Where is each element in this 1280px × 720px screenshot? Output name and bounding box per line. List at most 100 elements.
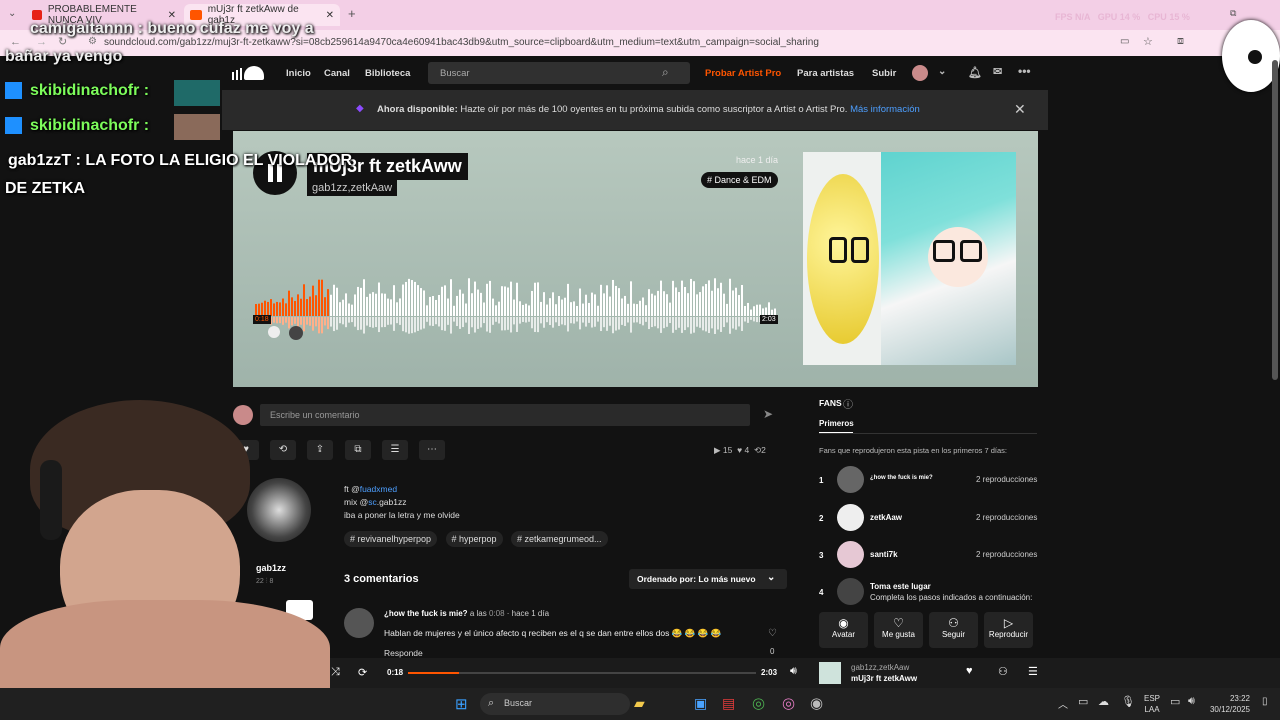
- tray-icon[interactable]: ☁: [1098, 695, 1109, 708]
- waveform-bar: [468, 278, 470, 316]
- queue-icon[interactable]: ☰: [1028, 665, 1038, 678]
- app-icon[interactable]: ▤: [722, 695, 735, 712]
- speaker-icon[interactable]: 🔊︎: [1188, 695, 1195, 708]
- tray-chevron-icon[interactable]: ︿: [1058, 696, 1068, 711]
- install-icon[interactable]: ▭: [1120, 36, 1129, 47]
- nav-para-artistas[interactable]: Para artistas: [797, 68, 854, 79]
- nav-probar-artist-pro[interactable]: Probar Artist Pro: [705, 68, 781, 79]
- url-field[interactable]: soundcloud.com/gab1zz/muj3r-ft-zetkaww?s…: [104, 37, 819, 48]
- waveform-reflection-bar: [717, 317, 719, 330]
- close-icon[interactable]: ✕: [326, 10, 334, 21]
- search-input[interactable]: Buscar ⌕: [428, 62, 690, 84]
- more-button[interactable]: ⋯: [419, 440, 445, 460]
- desc-link[interactable]: fuadxmed: [360, 484, 397, 494]
- add-to-playlist-button[interactable]: ☰: [382, 440, 408, 460]
- waveform-reflection-bar: [642, 317, 644, 326]
- new-tab-icon[interactable]: +: [348, 6, 356, 21]
- comment-sort-dropdown[interactable]: Ordenado por: Lo más nuevo ⌄: [629, 569, 787, 589]
- messages-icon[interactable]: ✉: [993, 65, 1002, 78]
- avatar-step-button[interactable]: ◉ Avatar: [819, 612, 868, 648]
- volume-icon[interactable]: 🔊︎: [790, 665, 797, 678]
- waveform[interactable]: [255, 276, 777, 346]
- comment-like-icon[interactable]: ♡: [768, 628, 777, 639]
- fan-name[interactable]: ¿how the fuck is mie?: [870, 475, 933, 481]
- waveform-bar: [429, 296, 431, 316]
- waveform-reflection-bar: [345, 317, 347, 328]
- waveform-bar: [711, 290, 713, 316]
- nav-inicio[interactable]: Inicio: [286, 68, 311, 79]
- player-title[interactable]: mUj3r ft zetkAww: [851, 674, 917, 683]
- youtube-icon: [32, 10, 42, 20]
- nav-subir[interactable]: Subir: [872, 68, 896, 79]
- soundcloud-logo[interactable]: [232, 66, 264, 80]
- mic-icon[interactable]: 🎙︎: [1121, 695, 1135, 708]
- shuffle-icon[interactable]: ⤨: [331, 666, 340, 679]
- close-icon[interactable]: ✕: [168, 10, 176, 21]
- back-icon[interactable]: ←: [10, 36, 21, 48]
- like-step-button[interactable]: ♡ Me gusta: [874, 612, 923, 648]
- copy-link-button[interactable]: ⧉: [345, 440, 371, 460]
- tab-primeros[interactable]: Primeros: [819, 419, 854, 428]
- repeat-icon[interactable]: ⟳: [358, 666, 367, 679]
- waveform-reflection-bar: [483, 317, 485, 324]
- follow-icon[interactable]: ⚇: [998, 665, 1008, 678]
- track-artist-box[interactable]: gab1zz,zetkAaw: [307, 180, 398, 196]
- taskbar-search[interactable]: ⌕ Buscar: [480, 693, 630, 715]
- chrome-profile-icon[interactable]: ◎: [782, 694, 795, 712]
- commenter-avatar[interactable]: [344, 608, 374, 638]
- close-icon[interactable]: ✕: [1014, 101, 1026, 118]
- file-explorer-icon[interactable]: ▰: [634, 695, 645, 712]
- chrome-icon[interactable]: ◎: [752, 694, 765, 712]
- fan-name[interactable]: santi7k: [870, 550, 898, 559]
- chevron-down-icon[interactable]: ⌄: [938, 66, 946, 77]
- bookmark-star-icon[interactable]: ☆: [1143, 35, 1153, 48]
- waveform-bar: [480, 292, 482, 316]
- waveform-reflection-bar: [723, 317, 725, 328]
- heart-icon[interactable]: ♥: [966, 665, 973, 677]
- comment-avatar[interactable]: [289, 326, 303, 340]
- info-icon[interactable]: ⓘ: [843, 396, 853, 411]
- input-language[interactable]: ESP LAA: [1144, 693, 1160, 715]
- fan-name[interactable]: zetkAaw: [870, 513, 902, 522]
- tag[interactable]: # revivanelhyperpop: [344, 531, 438, 547]
- player-artwork[interactable]: [819, 662, 841, 684]
- search-icon[interactable]: ⌕: [662, 65, 669, 80]
- notifications-icon[interactable]: 🔔︎: [968, 66, 982, 79]
- waveform-reflection-bar: [735, 317, 737, 330]
- network-icon[interactable]: ▭: [1170, 695, 1180, 708]
- fan-avatar: [837, 541, 864, 568]
- obs-icon[interactable]: ◉: [810, 694, 823, 712]
- comment-timestamp[interactable]: 0:08: [489, 609, 505, 618]
- extensions-icon[interactable]: ⧈: [1177, 35, 1184, 48]
- player-progress-track[interactable]: [408, 672, 756, 674]
- comment-reply[interactable]: Responde: [384, 648, 423, 658]
- more-icon[interactable]: •••: [1018, 64, 1031, 78]
- notifications-icon[interactable]: ▯: [1262, 696, 1268, 707]
- tag[interactable]: # hyperpop: [445, 531, 503, 547]
- genre-tag[interactable]: # Dance & EDM: [701, 172, 778, 188]
- waveform-reflection-bar: [498, 317, 500, 324]
- clock[interactable]: 23:22 30/12/2025: [1208, 693, 1250, 715]
- waveform-bar: [648, 289, 650, 316]
- nav-canal[interactable]: Canal: [324, 68, 350, 79]
- waveform-bar: [753, 306, 755, 316]
- store-icon[interactable]: ▣: [694, 695, 707, 712]
- tag[interactable]: # zetkamegrumeod...: [511, 531, 608, 547]
- follow-step-button[interactable]: ⚇ Seguir: [929, 612, 978, 648]
- avatar[interactable]: [912, 65, 928, 81]
- comment-user[interactable]: ¿how the fuck is mie?: [384, 609, 468, 618]
- restore-icon[interactable]: ⧉: [1230, 8, 1236, 19]
- tray-icon[interactable]: ▭: [1078, 695, 1088, 708]
- nav-biblioteca[interactable]: Biblioteca: [365, 68, 410, 79]
- windows-start-icon[interactable]: ⊞: [455, 695, 468, 713]
- comment-avatar[interactable]: [268, 326, 280, 338]
- banner-link[interactable]: Más información: [850, 104, 920, 115]
- player-artist[interactable]: gab1zz,zetkAaw: [851, 663, 909, 672]
- scrollbar[interactable]: [1272, 60, 1278, 380]
- send-icon[interactable]: ➤: [763, 407, 773, 421]
- tab-list-icon[interactable]: ⌄: [8, 8, 16, 19]
- comment-input[interactable]: Escribe un comentario: [260, 404, 750, 426]
- desc-link[interactable]: sc: [368, 497, 377, 507]
- waveform-bar: [291, 297, 293, 316]
- play-step-button[interactable]: ▷ Reproducir: [984, 612, 1033, 648]
